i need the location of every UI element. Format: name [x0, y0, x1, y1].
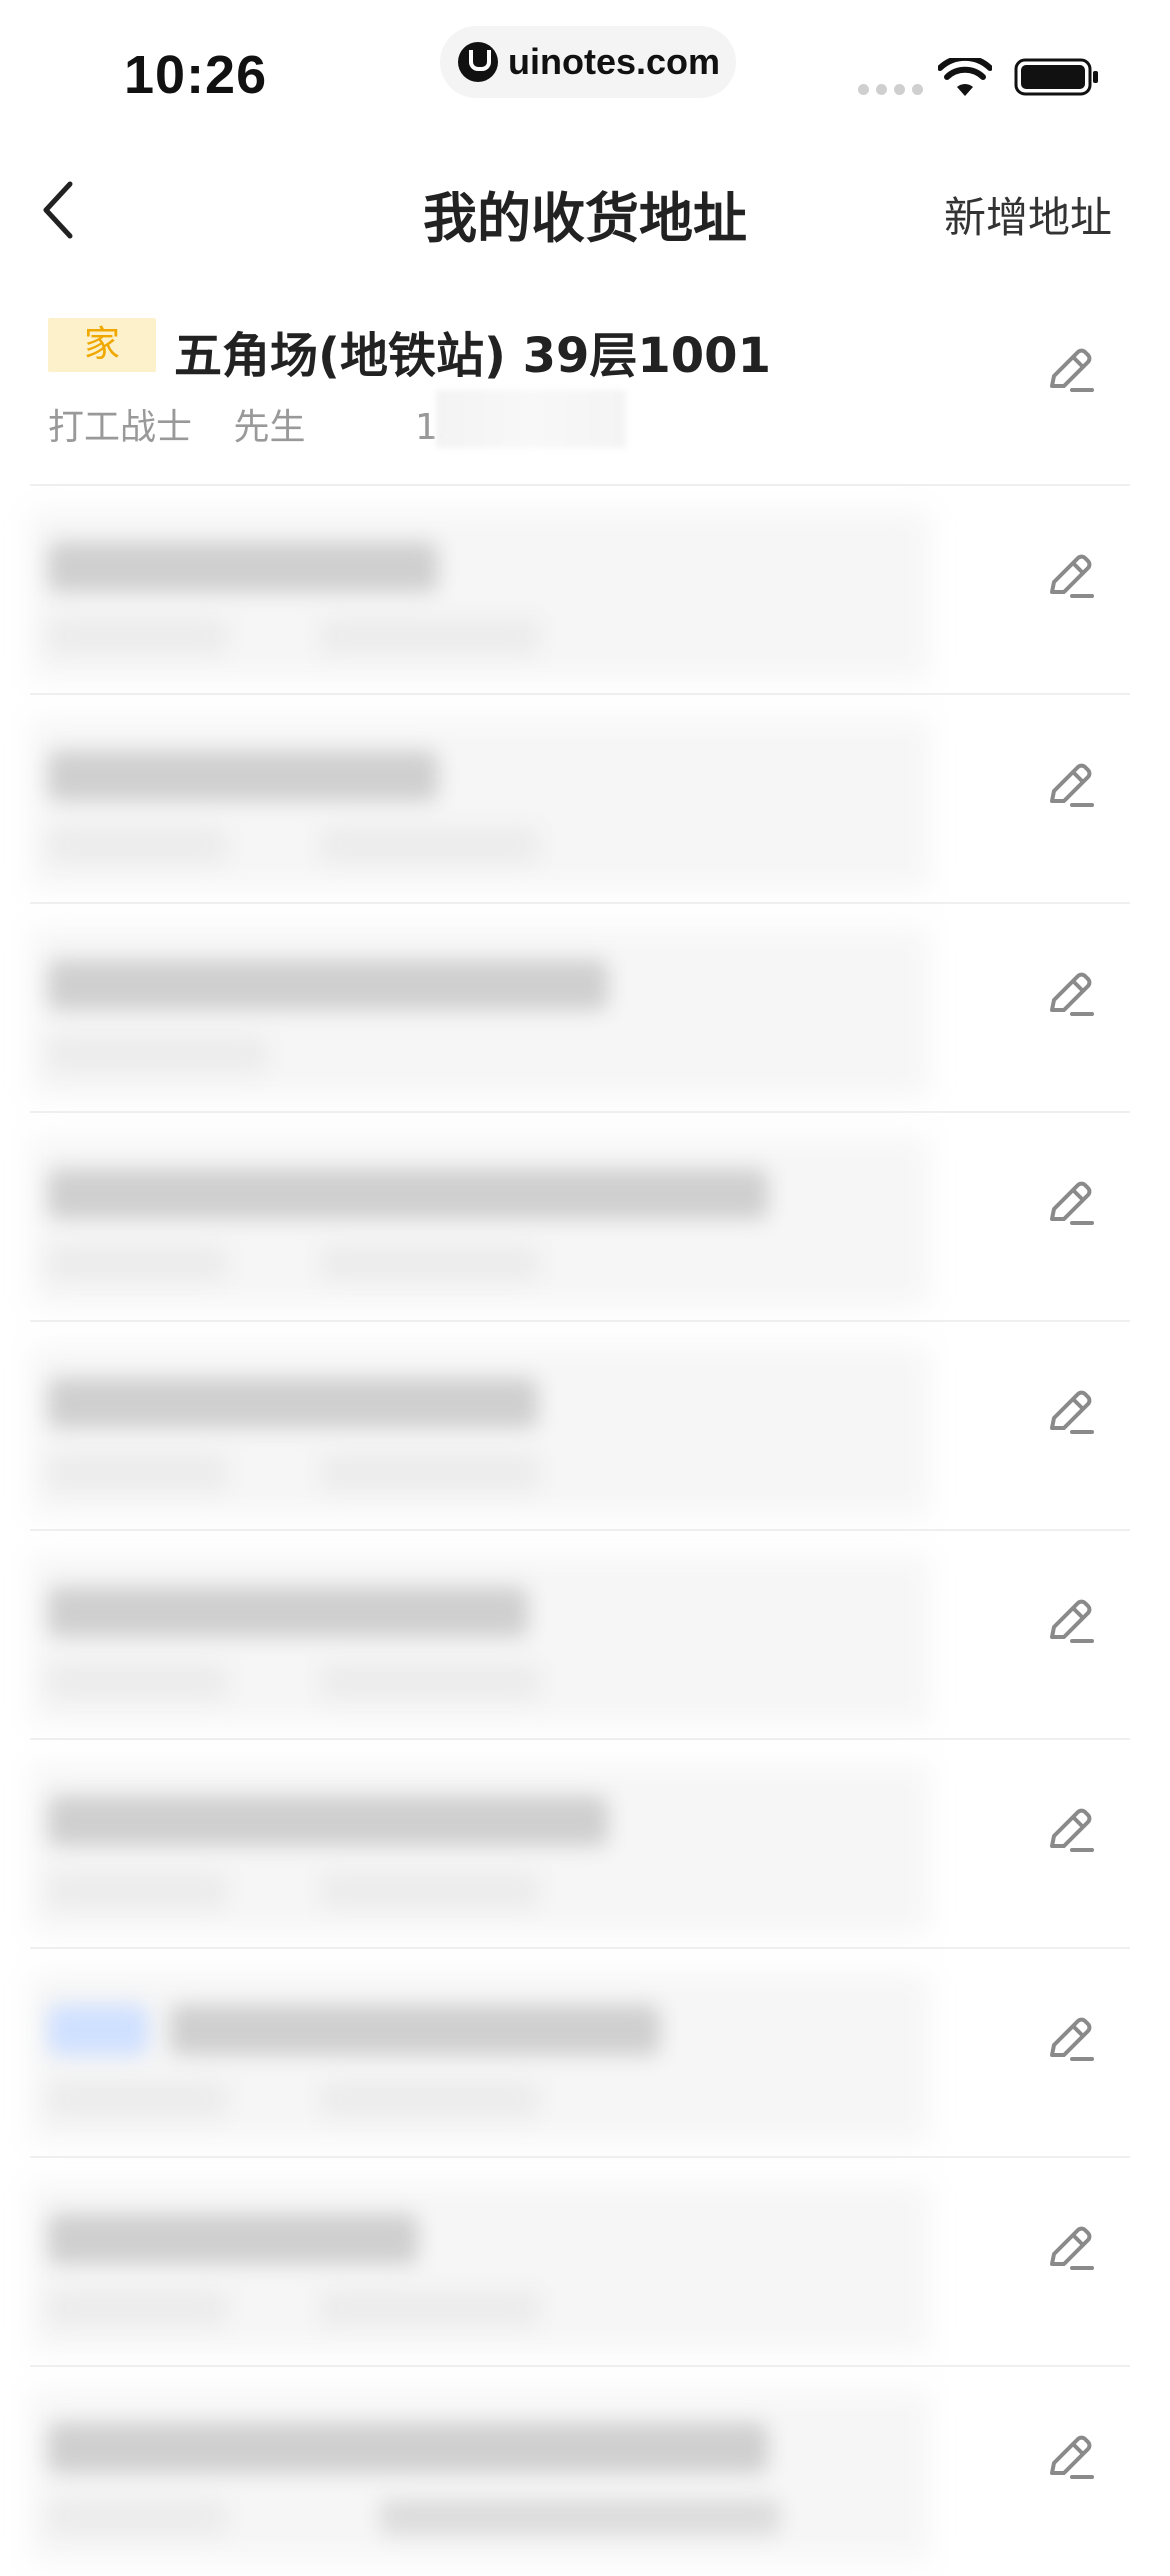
- address-item[interactable]: 家 五角场(地铁站) 39层1001 打工战士 先生 15: [0, 280, 1170, 486]
- site-logo-icon: [458, 42, 498, 82]
- redacted-contact: [48, 618, 228, 654]
- edit-icon[interactable]: [1042, 1802, 1100, 1860]
- contact-name: 打工战士: [48, 407, 193, 448]
- redacted-address: [48, 542, 438, 592]
- edit-icon[interactable]: [1042, 2429, 1100, 2487]
- edit-icon[interactable]: [1042, 1593, 1100, 1651]
- redacted-phone: [320, 2081, 540, 2117]
- redacted-area: [30, 2182, 930, 2352]
- redacted-address: [48, 2423, 768, 2473]
- redacted-phone: [320, 2290, 540, 2326]
- address-item[interactable]: [0, 2158, 1170, 2367]
- redacted-contact: [48, 1663, 228, 1699]
- address-item[interactable]: [0, 695, 1170, 904]
- redacted-contact: [48, 1872, 228, 1908]
- address-item[interactable]: [0, 904, 1170, 1113]
- redacted-area: [30, 719, 930, 889]
- url-pill[interactable]: uinotes.com: [440, 26, 736, 98]
- url-text: uinotes.com: [508, 41, 721, 82]
- redacted-address: [48, 2214, 418, 2264]
- signal-icon: [858, 84, 923, 95]
- redacted-address: [48, 1169, 768, 1219]
- status-bar: 10:26 uinotes.com: [0, 0, 1170, 140]
- redacted-area: [30, 1764, 930, 1934]
- redacted-area: [30, 1973, 930, 2143]
- redacted-phone: [320, 1663, 540, 1699]
- address-tag-badge: 家: [48, 318, 156, 372]
- edit-icon[interactable]: [1042, 342, 1100, 400]
- redacted-address: [48, 960, 608, 1010]
- redacted-area: [30, 928, 930, 1098]
- address-list: 家 五角场(地铁站) 39层1001 打工战士 先生 15: [0, 280, 1170, 2576]
- redacted-address: [48, 1378, 538, 1428]
- address-item[interactable]: [0, 2367, 1170, 2576]
- redacted-area: [30, 2391, 930, 2561]
- address-item[interactable]: [0, 1322, 1170, 1531]
- redacted-area: [30, 1555, 930, 1725]
- redacted-area: [30, 510, 930, 680]
- redacted-phone: [320, 1245, 540, 1281]
- redacted-contact: [48, 2081, 228, 2117]
- wifi-icon: [938, 58, 992, 96]
- redacted-address: [48, 1796, 608, 1846]
- redacted-phone: [320, 1872, 540, 1908]
- contact-line: 打工战士 先生 15: [48, 398, 461, 450]
- nav-bar: 我的收货地址 新增地址: [0, 140, 1170, 280]
- redacted-area: [30, 1346, 930, 1516]
- edit-icon[interactable]: [1042, 2011, 1100, 2069]
- address-item[interactable]: [0, 1949, 1170, 2158]
- phone-redaction: [436, 390, 626, 448]
- edit-icon[interactable]: [1042, 1175, 1100, 1233]
- redacted-contact: [48, 2499, 228, 2535]
- address-item[interactable]: [0, 1740, 1170, 1949]
- add-address-button[interactable]: 新增地址: [944, 184, 1112, 245]
- redacted-phone: [320, 827, 540, 863]
- redacted-address: [48, 751, 438, 801]
- address-text: 五角场(地铁站) 39层1001: [174, 328, 771, 384]
- edit-icon[interactable]: [1042, 548, 1100, 606]
- status-time: 10:26: [124, 45, 268, 105]
- edit-icon[interactable]: [1042, 2220, 1100, 2278]
- address-item[interactable]: [0, 1531, 1170, 1740]
- redacted-contact: [48, 1454, 228, 1490]
- edit-icon[interactable]: [1042, 1384, 1100, 1442]
- redacted-phone: [380, 2499, 780, 2535]
- contact-title: 先生: [233, 407, 306, 448]
- redacted-contact: [48, 827, 228, 863]
- redacted-phone: [320, 1454, 540, 1490]
- edit-icon[interactable]: [1042, 757, 1100, 815]
- battery-icon: [1014, 58, 1098, 96]
- edit-icon[interactable]: [1042, 966, 1100, 1024]
- address-item[interactable]: [0, 1113, 1170, 1322]
- redacted-contact: [48, 1036, 268, 1072]
- redacted-address: [170, 2005, 660, 2055]
- redacted-contact: [48, 2290, 228, 2326]
- redacted-tag: [48, 2005, 148, 2055]
- redacted-phone: [320, 618, 540, 654]
- address-item[interactable]: [0, 486, 1170, 695]
- redacted-contact: [48, 1245, 228, 1281]
- redacted-area: [30, 1137, 930, 1307]
- redacted-address: [48, 1587, 528, 1637]
